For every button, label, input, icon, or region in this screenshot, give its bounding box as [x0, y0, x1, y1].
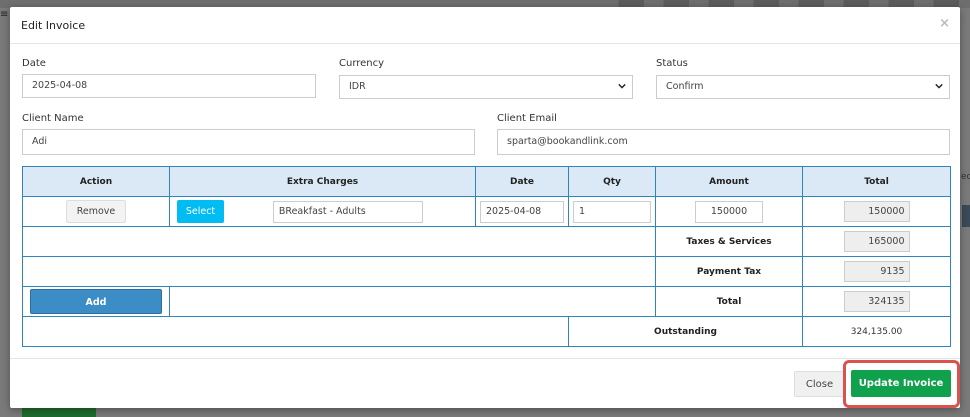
currency-value: IDR: [349, 81, 366, 92]
modal-title: Edit Invoice: [21, 19, 86, 32]
charge-name-input[interactable]: BReakfast - Adults: [272, 200, 423, 223]
header-action: Action: [22, 166, 170, 197]
header-date: Date: [475, 166, 569, 197]
modal-footer-divider: [10, 358, 960, 359]
table-header-row: Action Extra Charges Date Qty Amount Tot…: [22, 166, 951, 197]
payment-tax-label: Payment Tax: [655, 256, 803, 287]
header-extra-charges: Extra Charges: [169, 166, 476, 197]
qty-cell: 1: [568, 196, 656, 227]
total-row: Add Total 324135: [22, 286, 951, 317]
total-cell: 150000: [802, 196, 951, 227]
client-email-label: Client Email: [497, 113, 557, 124]
select-button[interactable]: Select: [177, 200, 224, 223]
client-name-label: Client Name: [22, 113, 84, 124]
date-cell: 2025-04-08: [475, 196, 569, 227]
client-email-field[interactable]: sparta@bookandlink.com: [497, 129, 950, 155]
outstanding-row: Outstanding 324,135.00: [22, 316, 951, 347]
date-label: Date: [22, 58, 46, 69]
payment-tax-value: 9135: [843, 261, 910, 282]
header-qty: Qty: [568, 166, 656, 197]
modal-header: Edit Invoice ×: [10, 7, 960, 44]
action-cell: Remove: [22, 196, 170, 227]
qty-input[interactable]: 1: [573, 200, 651, 223]
chevron-down-icon: [618, 83, 626, 89]
edit-invoice-modal: Edit Invoice × Date 2025-04-08 Currency …: [10, 7, 960, 408]
amount-input[interactable]: 150000: [695, 200, 763, 223]
header-amount: Amount: [655, 166, 803, 197]
background-text: ec: [961, 172, 970, 182]
background-tab-right: [962, 205, 970, 227]
menu-icon: ≡: [0, 9, 9, 20]
taxes-value: 165000: [843, 231, 910, 252]
amount-cell: 150000: [655, 196, 803, 227]
update-invoice-button[interactable]: Update Invoice: [851, 370, 951, 397]
add-button[interactable]: Add: [30, 289, 162, 314]
chevron-down-icon: [935, 83, 943, 89]
charge-date-input[interactable]: 2025-04-08: [480, 200, 564, 223]
taxes-label: Taxes & Services: [655, 226, 803, 257]
payment-tax-row: Payment Tax 9135: [22, 256, 951, 287]
close-icon[interactable]: ×: [939, 16, 950, 31]
status-label: Status: [656, 58, 688, 69]
currency-select[interactable]: IDR: [339, 75, 633, 99]
outstanding-label: Outstanding: [568, 316, 803, 347]
remove-button[interactable]: Remove: [66, 200, 126, 223]
currency-label: Currency: [339, 58, 385, 69]
client-name-field[interactable]: Adi: [22, 129, 475, 155]
total-value: 324135: [843, 291, 910, 312]
table-row: Remove Select BReakfast - Adults 2025-04…: [22, 196, 951, 227]
charges-table: Action Extra Charges Date Qty Amount Tot…: [22, 166, 951, 347]
row-total-value: 150000: [843, 201, 910, 222]
extra-charge-cell: Select BReakfast - Adults: [169, 196, 476, 227]
outstanding-value: 324,135.00: [802, 316, 951, 347]
header-total: Total: [802, 166, 951, 197]
taxes-row: Taxes & Services 165000: [22, 226, 951, 257]
close-button[interactable]: Close: [794, 371, 845, 397]
status-value: Confirm: [666, 81, 704, 92]
status-select[interactable]: Confirm: [656, 75, 950, 99]
date-field[interactable]: 2025-04-08: [22, 74, 316, 98]
total-label: Total: [655, 286, 803, 317]
